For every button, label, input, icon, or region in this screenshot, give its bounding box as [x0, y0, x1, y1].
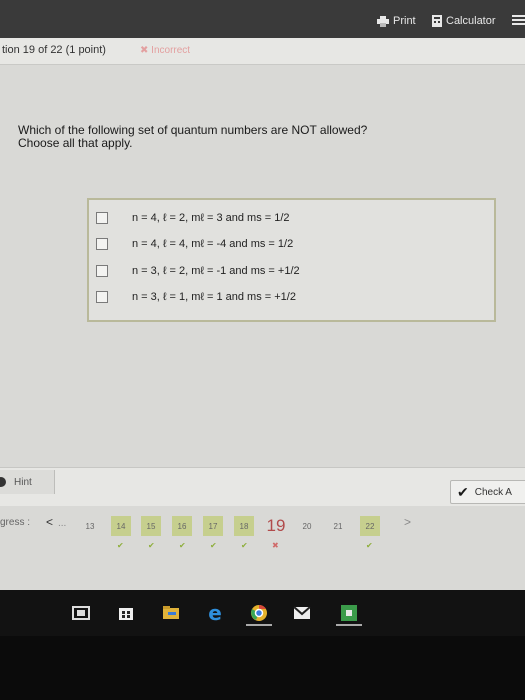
option-1[interactable]: n = 4, ℓ = 2, mℓ = 3 and ms = 1/2	[96, 209, 476, 227]
print-label: Print	[393, 15, 416, 27]
page-19-current[interactable]: 19	[266, 516, 286, 536]
question-header: tion 19 of 22 (1 point) ✖ Incorrect	[0, 38, 525, 65]
correct-mark: ✔	[210, 541, 217, 550]
page-17[interactable]: 17	[203, 516, 223, 536]
task-view-icon[interactable]	[70, 602, 92, 624]
checkmark-icon: ✔	[457, 483, 469, 500]
hint-button[interactable]: Hint	[0, 470, 55, 494]
correct-mark: ✔	[241, 541, 248, 550]
edge-icon[interactable]: e	[204, 601, 226, 625]
checkbox[interactable]	[96, 265, 108, 277]
page-15[interactable]: 15	[141, 516, 161, 536]
calculator-icon	[432, 15, 442, 27]
hint-label: Hint	[14, 476, 32, 488]
app-icon[interactable]	[336, 602, 362, 626]
answer-options: n = 4, ℓ = 2, mℓ = 3 and ms = 1/2 n = 4,…	[87, 198, 496, 322]
checkbox[interactable]	[96, 291, 108, 303]
next-button[interactable]: >	[404, 515, 411, 529]
page-18[interactable]: 18	[234, 516, 254, 536]
correct-mark: ✔	[179, 541, 186, 550]
progress-label: gress :	[0, 517, 31, 528]
file-explorer-icon[interactable]	[160, 602, 182, 624]
question-prompt: Which of the following set of quantum nu…	[18, 124, 438, 150]
previous-button[interactable]: <	[46, 515, 53, 529]
incorrect-icon: ✖	[140, 45, 152, 56]
print-button[interactable]: Print	[377, 15, 416, 27]
option-3[interactable]: n = 3, ℓ = 2, mℓ = -1 and ms = +1/2	[96, 262, 476, 280]
correct-mark: ✔	[366, 541, 373, 550]
mail-icon[interactable]	[291, 602, 313, 624]
checkbox[interactable]	[96, 238, 108, 250]
question-progress: gress : < ... >	[0, 506, 525, 566]
option-4[interactable]: n = 3, ℓ = 1, mℓ = 1 and ms = +1/2	[96, 288, 476, 306]
option-label: n = 3, ℓ = 2, mℓ = -1 and ms = +1/2	[132, 265, 300, 277]
option-label: n = 4, ℓ = 4, mℓ = -4 and ms = 1/2	[132, 238, 294, 250]
option-label: n = 4, ℓ = 2, mℓ = 3 and ms = 1/2	[132, 212, 290, 224]
prompt-line-2: Choose all that apply.	[18, 136, 133, 150]
option-label: n = 3, ℓ = 1, mℓ = 1 and ms = +1/2	[132, 291, 296, 303]
page-22[interactable]: 22	[360, 516, 380, 536]
page-21[interactable]: 21	[328, 516, 348, 536]
check-answer-button[interactable]: ✔ Check A	[450, 480, 525, 504]
checkbox[interactable]	[96, 212, 108, 224]
page-13[interactable]: 13	[80, 516, 100, 536]
action-bar: Hint ✔ Check A	[0, 467, 525, 506]
correct-mark: ✔	[148, 541, 155, 550]
check-label: Check A	[474, 486, 512, 498]
page-16[interactable]: 16	[172, 516, 192, 536]
chrome-icon[interactable]	[246, 602, 272, 626]
question-number: tion 19 of 22 (1 point)	[2, 44, 106, 56]
calculator-label: Calculator	[446, 15, 496, 27]
incorrect-mark: ✖	[272, 541, 279, 550]
correct-mark: ✔	[117, 541, 124, 550]
page-20[interactable]: 20	[297, 516, 317, 536]
calculator-button[interactable]: Calculator	[432, 15, 496, 27]
menu-icon[interactable]	[512, 15, 525, 25]
page-14[interactable]: 14	[111, 516, 131, 536]
hint-icon	[0, 477, 6, 487]
status-badge: ✖ Incorrect	[140, 45, 191, 56]
option-2[interactable]: n = 4, ℓ = 4, mℓ = -4 and ms = 1/2	[96, 235, 476, 253]
windows-taskbar: e	[0, 590, 525, 636]
progress-ellipsis: ...	[58, 518, 67, 529]
store-icon[interactable]	[115, 602, 137, 624]
app-screen: Print Calculator tion 19 of 22 (1 point)…	[0, 0, 525, 590]
top-toolbar: Print Calculator	[0, 0, 525, 38]
printer-icon	[377, 15, 389, 27]
